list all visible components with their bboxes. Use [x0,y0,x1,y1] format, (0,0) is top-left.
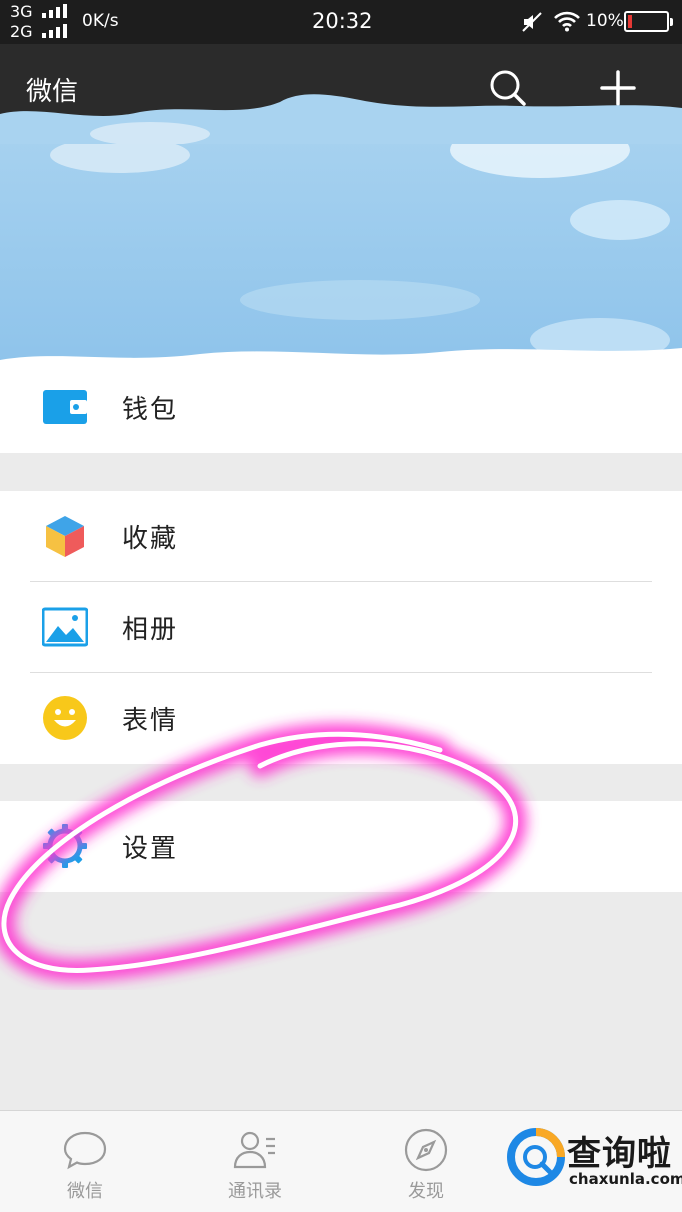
cloud-edge [0,94,682,144]
tab-label: 微信 [67,1181,103,1202]
gear-icon [43,824,87,868]
clock: 20:32 [312,9,373,33]
menu-item-album[interactable]: 相册 [0,582,682,673]
menu-item-label: 表情 [122,706,179,736]
screen: 3G 2G 0K/s 20:32 10% 微信 钱包 收藏 相册 表情 设置 微… [0,0,682,1212]
compass-icon [404,1128,448,1172]
menu-item-stickers[interactable]: 表情 [0,673,682,764]
menu-item-label: 收藏 [122,524,179,554]
tab-label: 通讯录 [228,1181,282,1202]
menu-group-settings: 设置 [0,801,682,892]
signal-2g: 2G [10,23,68,41]
network-type-top: 3G [10,2,33,21]
battery-percent: 10% [586,11,624,31]
smiley-icon [43,696,87,740]
menu-item-label: 设置 [122,834,179,864]
picture-icon [42,607,88,647]
watermark-logo-icon [507,1128,565,1186]
mute-icon [522,12,542,32]
menu-item-label: 钱包 [122,395,179,425]
wifi-icon [554,11,580,32]
tab-chats[interactable]: 微信 [25,1111,145,1212]
signal-bars-icon [41,24,68,38]
watermark-url: chaxunla.com [569,1170,682,1188]
contacts-icon [233,1131,275,1169]
tab-label: 发现 [408,1181,444,1202]
menu-item-wallet[interactable]: 钱包 [0,362,682,453]
menu-item-label: 相册 [122,615,179,645]
network-speed: 0K/s [82,11,119,31]
watermark: 查询啦 chaxunla.com [505,1122,682,1202]
battery-icon [624,11,673,32]
menu-group-collection: 收藏 相册 表情 [0,491,682,764]
signal-3g: 3G [10,3,68,21]
tab-contacts[interactable]: 通讯录 [195,1111,315,1212]
signal-bars-icon [41,4,68,18]
wallet-icon [43,390,87,424]
cube-icon [46,516,84,557]
tab-discover[interactable]: 发现 [366,1111,486,1212]
chat-bubble-icon [63,1131,107,1170]
watermark-title: 查询啦 [567,1134,672,1174]
menu-item-settings[interactable]: 设置 [0,801,682,892]
network-type-bottom: 2G [10,22,33,41]
status-bar: 3G 2G 0K/s 20:32 10% [0,0,682,44]
menu-group-wallet: 钱包 [0,348,682,453]
menu-item-favorites[interactable]: 收藏 [0,491,682,582]
